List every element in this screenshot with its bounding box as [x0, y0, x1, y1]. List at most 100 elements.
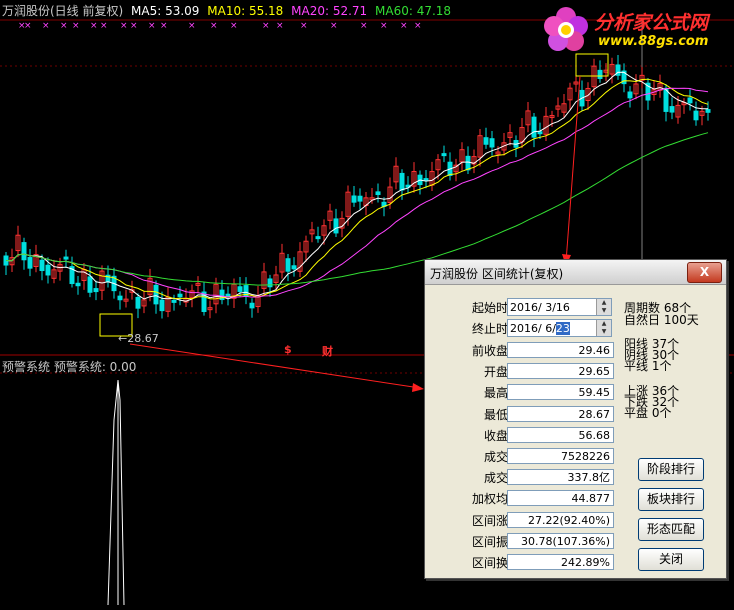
candle-body [423, 178, 429, 182]
top-signal-mark: × [42, 21, 50, 31]
candle-body [39, 259, 45, 272]
candle-body [177, 293, 183, 298]
ma20-readout: MA20: 52.71 [291, 4, 368, 18]
stat-row: 前收盘价 29.46 [425, 341, 625, 361]
top-signal-mark: × [300, 21, 308, 31]
close-icon[interactable]: X [687, 262, 722, 283]
top-signal-mark: × [72, 21, 80, 31]
candle-body [75, 282, 81, 287]
top-signal-mark: × [100, 21, 108, 31]
stat-value: 7528226 [507, 448, 614, 464]
candle-body [333, 218, 339, 234]
candle-body [375, 191, 381, 196]
logo-name: 分析家公式网 [594, 12, 709, 34]
candle-body [465, 155, 471, 171]
top-signal-mark: × [160, 21, 168, 31]
candle-body [693, 110, 699, 121]
candle-body [21, 242, 27, 261]
stat-row: 开盘价 29.65 [425, 362, 625, 382]
sector-rank-button[interactable]: 板块排行 [638, 488, 704, 511]
event-marker-dollar[interactable]: $ [284, 343, 292, 356]
site-logo: 分析家公式网 www.88gs.com [538, 0, 734, 58]
top-signal-mark: × [24, 21, 32, 31]
warning-signal-spike [107, 379, 125, 606]
event-marker-finance[interactable]: 财 [322, 343, 333, 359]
stat-row: 成交额 337.8亿 [425, 468, 625, 488]
interval-stats-dialog: 万润股份 区间统计(复权) X 起始时间 2016/ 3/16 ▲ ▼ 终止时间 … [424, 259, 727, 579]
top-signal-mark: × [400, 21, 408, 31]
stock-title: 万润股份(日线 前复权) [2, 4, 124, 18]
stat-row: 收盘价 56.68 [425, 426, 625, 446]
top-signal-mark: × [230, 21, 238, 31]
candle-body [135, 296, 141, 309]
top-signal-mark: × [276, 21, 284, 31]
flower-icon [544, 7, 588, 51]
candle-body [237, 286, 243, 292]
candle-body [315, 236, 321, 240]
logo-url: www.88gs.com [598, 34, 709, 49]
top-signal-mark: × [120, 21, 128, 31]
stat-row: 成交量 7528226 [425, 447, 625, 467]
stat-value: 30.78(107.36%) [507, 532, 614, 549]
end-date-spinner-icon[interactable]: ▲ ▼ [596, 320, 611, 336]
pattern-match-button[interactable]: 形态匹配 [638, 518, 704, 541]
top-signal-mark: × [60, 21, 68, 31]
arrow-head [412, 383, 424, 392]
candle-body [249, 302, 255, 309]
candle-body [351, 195, 357, 203]
top-signal-mark: × [148, 21, 156, 31]
top-signal-mark: × [210, 21, 218, 31]
candle-body [27, 257, 33, 269]
stat-value: 59.45 [507, 384, 614, 401]
candle-body [597, 69, 603, 79]
stat-row: 最低价 28.67 [425, 405, 625, 425]
candle-body [669, 106, 675, 113]
stat-flat: 平线 1个 [624, 359, 672, 373]
candle-body [537, 131, 543, 135]
candle-body [93, 288, 99, 293]
stat-value: 28.67 [507, 405, 614, 422]
top-signal-mark: × [380, 21, 388, 31]
stat-days: 自然日 100天 [624, 313, 699, 327]
top-signal-mark: × [330, 21, 338, 31]
candle-body [291, 265, 297, 270]
stat-value: 29.46 [507, 342, 614, 358]
candle-body [87, 276, 93, 293]
start-date-picker[interactable]: 2016/ 3/16 ▲ ▼ [507, 298, 612, 316]
candle-body [483, 137, 489, 145]
candle-body [705, 109, 711, 113]
candle-body [399, 172, 405, 191]
start-date-value: 2016/ 3/16 [510, 301, 570, 314]
top-signal-mark: × [90, 21, 98, 31]
top-signal-mark: × [360, 21, 368, 31]
top-signal-mark: × [130, 21, 138, 31]
stat-even: 平盘 0个 [624, 406, 672, 420]
end-date-day-selected[interactable]: 23 [555, 322, 570, 335]
annotation-arrow [565, 75, 581, 263]
chart-header: 万润股份(日线 前复权) MA5: 53.09 MA10: 55.18 MA20… [2, 2, 455, 19]
ma10-readout: MA10: 55.18 [207, 4, 284, 18]
candle-body [117, 295, 123, 301]
start-date-spinner-icon[interactable]: ▲ ▼ [596, 299, 611, 315]
stat-value: 27.22(92.40%) [507, 511, 614, 528]
stat-row: 最高价 59.45 [425, 383, 625, 403]
candle-body [489, 138, 495, 148]
candle-body [531, 116, 537, 138]
end-date-value: 2016/ 6/ [510, 322, 556, 335]
close-button[interactable]: 关闭 [638, 548, 704, 571]
candle-body [63, 256, 69, 260]
stat-value: 242.89% [507, 554, 614, 570]
candle-body [159, 299, 165, 312]
dialog-titlebar[interactable]: 万润股份 区间统计(复权) X [425, 260, 726, 285]
ma60-readout: MA60: 47.18 [375, 4, 452, 18]
candle-body [441, 153, 447, 157]
candle-body [687, 97, 693, 104]
top-signal-mark: × [262, 21, 270, 31]
top-signal-mark: × [414, 21, 422, 31]
stage-rank-button[interactable]: 阶段排行 [638, 458, 704, 481]
candle-body [627, 91, 633, 99]
stat-value: 29.65 [507, 363, 614, 380]
top-signal-mark: × [188, 21, 196, 31]
end-date-picker[interactable]: 2016/ 6/23 ▲ ▼ [507, 319, 612, 337]
indicator-title: 预警系统 预警系统: 0.00 [2, 360, 137, 374]
